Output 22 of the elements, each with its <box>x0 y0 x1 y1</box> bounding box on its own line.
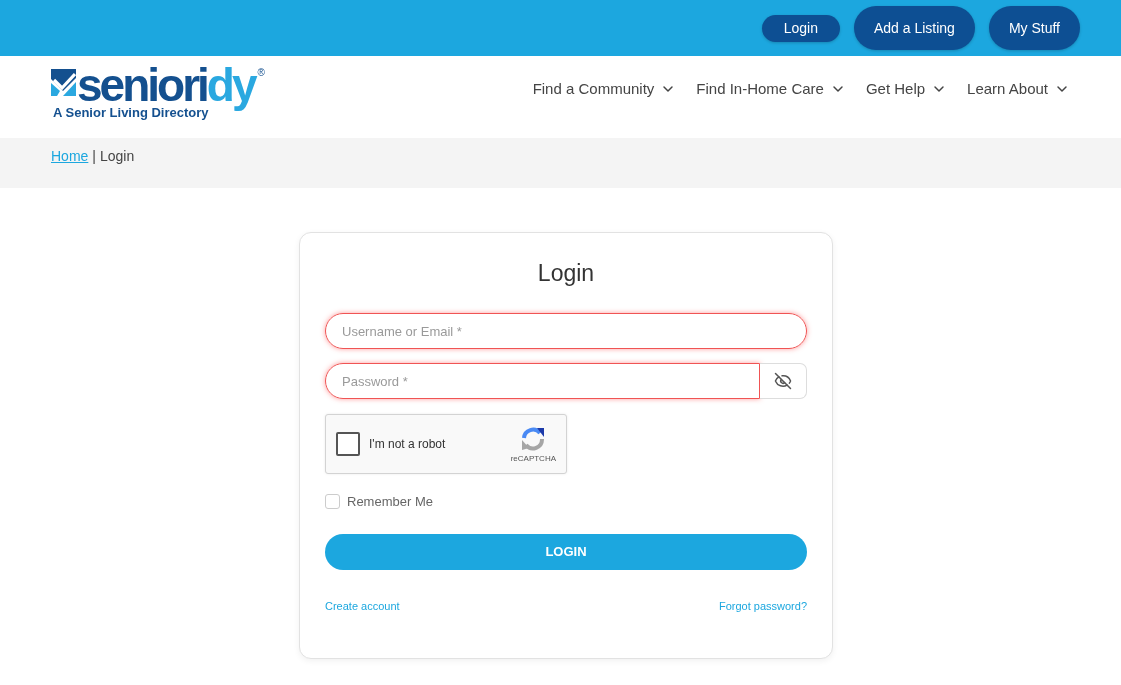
password-field[interactable]: Password * <box>325 363 760 399</box>
top-bar-button[interactable]: My Stuff <box>988 6 1080 50</box>
top-bar-button[interactable]: Add a Listing <box>853 6 975 50</box>
breadcrumb-current: Login <box>100 147 135 166</box>
captcha-checkbox[interactable] <box>336 432 360 456</box>
login-title: Login <box>536 259 596 287</box>
checkmark-logo-icon <box>51 69 76 96</box>
nav-menu-item[interactable]: Learn About <box>967 78 1070 101</box>
captcha-brand: reCAPTCHA <box>510 454 556 464</box>
nav-menu-item[interactable]: Find a Community <box>532 78 677 101</box>
remember-me-label: Remember Me <box>347 493 433 511</box>
top-bar-button[interactable]: Login <box>761 14 840 42</box>
circular-arrows-icon <box>520 426 547 452</box>
nav-menu-item[interactable]: Find In-Home Care <box>696 78 846 101</box>
captcha-label: I'm not a robot <box>369 436 447 453</box>
nav-menu-item[interactable]: Get Help <box>865 78 948 101</box>
eye-off-icon <box>774 372 792 390</box>
remember-me-checkbox[interactable] <box>325 494 340 510</box>
username-field[interactable]: Username or Email * <box>325 313 807 349</box>
registered-mark: ® <box>257 68 265 78</box>
breadcrumb-separator: | <box>92 147 96 166</box>
show-password-button[interactable] <box>760 363 807 399</box>
